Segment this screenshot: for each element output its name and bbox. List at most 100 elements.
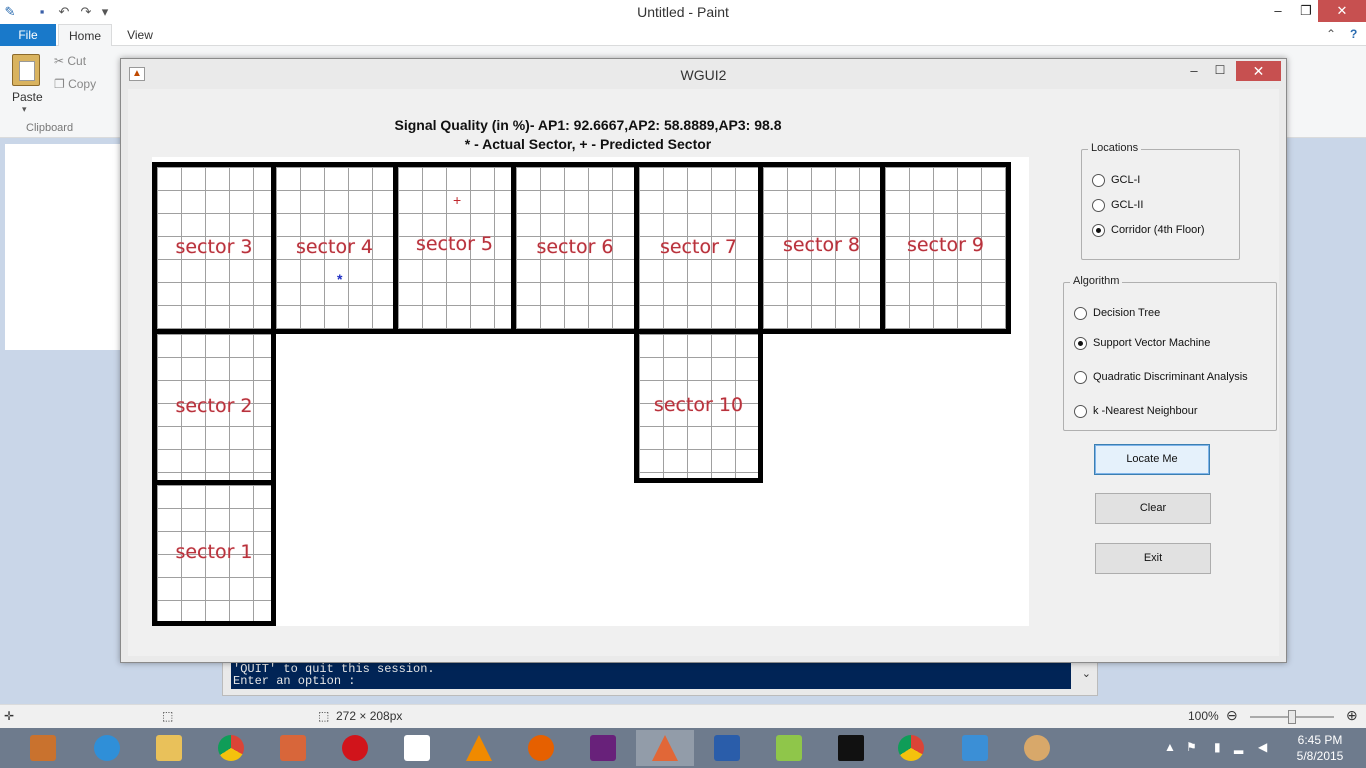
- location-label-gcl-ii: GCL-II: [1111, 199, 1144, 211]
- taskbar-notepad[interactable]: [760, 730, 818, 766]
- zoom-in-icon[interactable]: ⊕: [1346, 707, 1358, 724]
- plot-title-legend: * - Actual Sector, + - Predicted Sector: [464, 136, 712, 152]
- radio-gcl-ii[interactable]: [1092, 198, 1105, 212]
- show-hidden-icons-icon[interactable]: ▲: [1164, 740, 1176, 754]
- taskbar-photos[interactable]: [946, 730, 1004, 766]
- chrome-icon: [218, 735, 244, 761]
- command-line-1: 'QUIT' to quit this session.: [233, 662, 435, 676]
- matlab-icon: [652, 735, 678, 761]
- radio-svm[interactable]: [1074, 336, 1087, 350]
- collapse-ribbon-icon[interactable]: ⌃: [1326, 27, 1336, 41]
- location-option-gcl-i[interactable]: GCL-I: [1092, 172, 1140, 188]
- tex-icon: [404, 735, 430, 761]
- algorithm-option-svm[interactable]: Support Vector Machine: [1074, 335, 1210, 351]
- taskbar-start-app[interactable]: [14, 730, 72, 766]
- taskbar-file-explorer[interactable]: [140, 730, 198, 766]
- help-icon[interactable]: ?: [1350, 27, 1357, 41]
- taskbar-chrome[interactable]: [202, 730, 260, 766]
- taskbar-paint[interactable]: [1008, 730, 1066, 766]
- command-line-2: Enter an option :: [233, 674, 356, 688]
- taskbar-chrome-2[interactable]: [882, 730, 940, 766]
- paste-dropdown-icon[interactable]: ▾: [22, 104, 27, 115]
- network-icon[interactable]: ▂: [1234, 740, 1243, 754]
- wgui2-close-button[interactable]: ✕: [1236, 61, 1281, 81]
- sector-7: sector 7: [634, 162, 763, 334]
- paste-button[interactable]: Paste: [12, 90, 43, 104]
- algorithm-option-qda[interactable]: Quadratic Discriminant Analysis: [1074, 369, 1248, 385]
- locate-me-button[interactable]: Locate Me: [1094, 444, 1210, 475]
- radio-corridor[interactable]: [1092, 223, 1105, 237]
- taskbar-firefox[interactable]: [512, 730, 570, 766]
- wgui2-maximize-button[interactable]: ☐: [1207, 63, 1233, 77]
- sector-10-label: sector 10: [653, 394, 744, 416]
- image-size: 272 × 208px: [336, 709, 403, 723]
- actual-sector-marker: *: [337, 271, 343, 287]
- radio-qda[interactable]: [1074, 370, 1087, 384]
- zoom-out-icon[interactable]: ⊖: [1226, 707, 1238, 724]
- copy-button[interactable]: ❐ Copy: [54, 77, 96, 91]
- volume-icon[interactable]: ◀: [1258, 740, 1267, 754]
- taskbar-powershell[interactable]: [698, 730, 756, 766]
- location-option-gcl-ii[interactable]: GCL-II: [1092, 197, 1143, 213]
- tab-home[interactable]: Home: [58, 24, 112, 46]
- sector-4-label: sector 4: [295, 236, 374, 258]
- start-icon: [30, 735, 56, 761]
- sector-8-label: sector 8: [782, 234, 861, 256]
- algorithm-option-decision-tree[interactable]: Decision Tree: [1074, 305, 1160, 321]
- taskbar-visual-studio[interactable]: [574, 730, 632, 766]
- battery-icon[interactable]: ▮: [1214, 740, 1221, 754]
- tab-view[interactable]: View: [118, 24, 162, 46]
- paint-canvas[interactable]: [5, 144, 125, 350]
- taskbar-matlab[interactable]: [636, 730, 694, 766]
- desktop: ✎ ▪ ↶ ↷ ▾ Untitled - Paint – ❐ ✕ File Ho…: [0, 0, 1366, 768]
- firefox-icon: [528, 735, 554, 761]
- clock-date[interactable]: 5/8/2015: [1290, 749, 1350, 763]
- cut-label: Cut: [67, 54, 87, 68]
- radio-decision-tree[interactable]: [1074, 306, 1087, 320]
- sector-6-label: sector 6: [536, 236, 614, 258]
- predicted-sector-marker: +: [453, 192, 462, 208]
- algorithm-option-knn[interactable]: k -Nearest Neighbour: [1074, 403, 1198, 419]
- ribbon-tabs: File Home View ⌃ ?: [0, 24, 1366, 46]
- taskbar-vlc[interactable]: [450, 730, 508, 766]
- copy-icon: ❐: [54, 77, 69, 91]
- clear-button[interactable]: Clear: [1095, 493, 1211, 524]
- selection-size-icon: ⬚: [162, 709, 174, 723]
- algorithm-panel-title: Algorithm: [1070, 275, 1123, 287]
- powershell-icon: [714, 735, 740, 761]
- cut-button[interactable]: ✂ Cut: [54, 54, 86, 68]
- scissors-icon: ✂: [54, 54, 68, 68]
- sector-3-label: sector 3: [175, 236, 253, 258]
- taskbar-internet-explorer[interactable]: [78, 730, 136, 766]
- zoom-slider-thumb[interactable]: [1288, 710, 1296, 724]
- paste-icon[interactable]: [12, 54, 40, 86]
- sector-5: sector 5 +: [393, 162, 516, 334]
- sector-1-label: sector 1: [175, 541, 253, 563]
- sector-3: sector 3: [152, 162, 276, 334]
- taskbar-tex[interactable]: [388, 730, 446, 766]
- wgui2-minimize-button[interactable]: –: [1181, 63, 1207, 78]
- wgui2-client-area: Signal Quality (in %)- AP1: 92.6667,AP2:…: [128, 89, 1279, 656]
- paint-titlebar: ✎ ▪ ↶ ↷ ▾ Untitled - Paint – ❐ ✕: [0, 0, 1366, 24]
- wgui2-window: ▲ WGUI2 – ☐ ✕ Signal Quality (in %)- AP1…: [120, 58, 1287, 663]
- internet-explorer-icon: [94, 735, 120, 761]
- taskbar-app-5[interactable]: [264, 730, 322, 766]
- scroll-down-icon[interactable]: ⌄: [1082, 667, 1091, 680]
- radio-knn[interactable]: [1074, 404, 1087, 418]
- taskbar: ▲ ⚑ ▮ ▂ ◀ 6:45 PM 5/8/2015: [0, 728, 1366, 768]
- image-size-icon: ⬚: [318, 709, 330, 723]
- visual-studio-icon: [590, 735, 616, 761]
- close-button[interactable]: ✕: [1318, 0, 1366, 22]
- action-center-icon[interactable]: ⚑: [1186, 740, 1197, 754]
- radio-gcl-i[interactable]: [1092, 173, 1105, 187]
- tab-file[interactable]: File: [0, 24, 56, 46]
- taskbar-command-prompt[interactable]: [822, 730, 880, 766]
- location-option-corridor[interactable]: Corridor (4th Floor): [1092, 222, 1205, 238]
- command-output: 'QUIT' to quit this session. Enter an op…: [231, 663, 1071, 689]
- firefox-icon-alt: [280, 735, 306, 761]
- exit-button[interactable]: Exit: [1095, 543, 1211, 574]
- clock-time[interactable]: 6:45 PM: [1290, 733, 1350, 747]
- paint-statusbar: ✛ ⬚ ⬚ 272 × 208px 100% ⊖ ⊕: [0, 704, 1366, 728]
- sector-6: sector 6: [511, 162, 639, 334]
- taskbar-opera[interactable]: [326, 730, 384, 766]
